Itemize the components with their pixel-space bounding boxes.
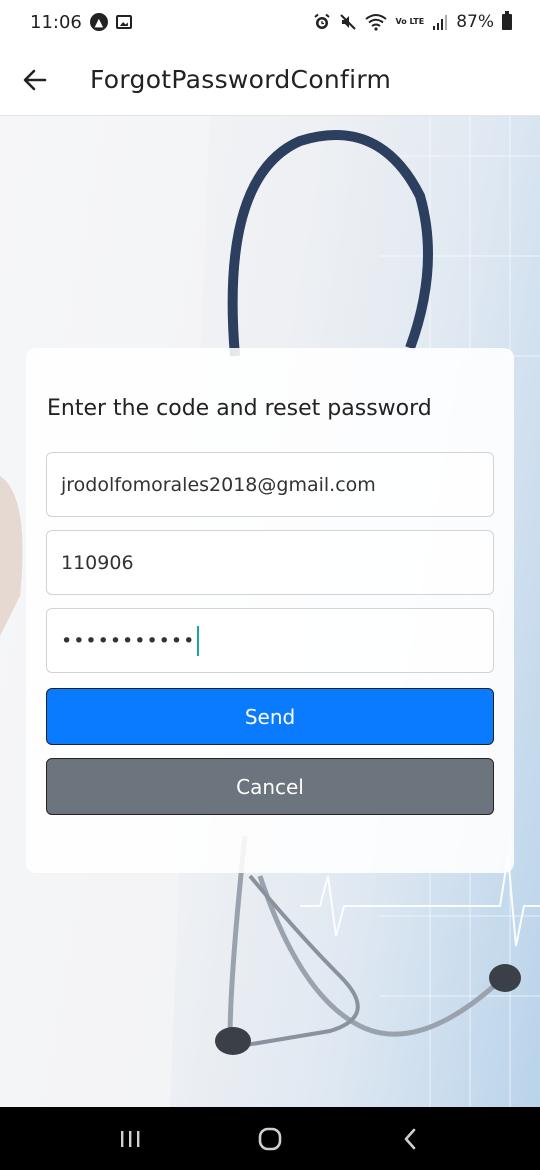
password-value: •••••••••••: [61, 629, 196, 652]
code-field[interactable]: 110906: [46, 530, 494, 595]
page-title: ForgotPasswordConfirm: [90, 65, 392, 94]
status-bar: 11:06 ▲ Vo LTE 87%: [0, 0, 540, 44]
email-field[interactable]: jrodolfomorales2018@gmail.com: [46, 452, 494, 517]
recent-apps-icon: [121, 1130, 140, 1147]
wifi-icon: [365, 13, 388, 31]
home-button[interactable]: [230, 1107, 310, 1170]
form-heading: Enter the code and reset password: [47, 396, 432, 421]
recent-apps-button[interactable]: [90, 1107, 170, 1170]
send-button[interactable]: Send: [46, 688, 494, 745]
alarm-icon: [313, 13, 331, 31]
status-time: 11:06: [30, 11, 82, 33]
app-bar: ForgotPasswordConfirm: [0, 44, 540, 116]
email-value: jrodolfomorales2018@gmail.com: [61, 473, 376, 496]
signal-icon: [432, 14, 448, 30]
reset-password-card: Enter the code and reset password jrodol…: [26, 348, 514, 873]
back-button[interactable]: [0, 44, 70, 116]
text-caret: [197, 625, 200, 656]
volte-lte-icon: Vo LTE: [395, 17, 425, 26]
nav-back-button[interactable]: [370, 1107, 450, 1170]
navigation-app-icon: ▲: [89, 13, 108, 31]
system-nav-bar: [0, 1107, 540, 1170]
status-right: Vo LTE 87%: [313, 11, 512, 32]
background-image: Enter the code and reset password jrodol…: [0, 116, 540, 1107]
cancel-button[interactable]: Cancel: [46, 758, 494, 815]
arrow-left-icon: [23, 69, 47, 90]
battery-icon: [502, 11, 512, 30]
home-icon: [258, 1127, 282, 1150]
back-icon: [404, 1128, 416, 1149]
battery-percent: 87%: [456, 12, 494, 32]
gallery-notification-icon: [115, 15, 132, 29]
code-value: 110906: [61, 551, 134, 574]
mute-icon: [339, 13, 357, 31]
new-password-field[interactable]: •••••••••••: [46, 608, 494, 673]
status-left: 11:06 ▲: [30, 12, 132, 33]
